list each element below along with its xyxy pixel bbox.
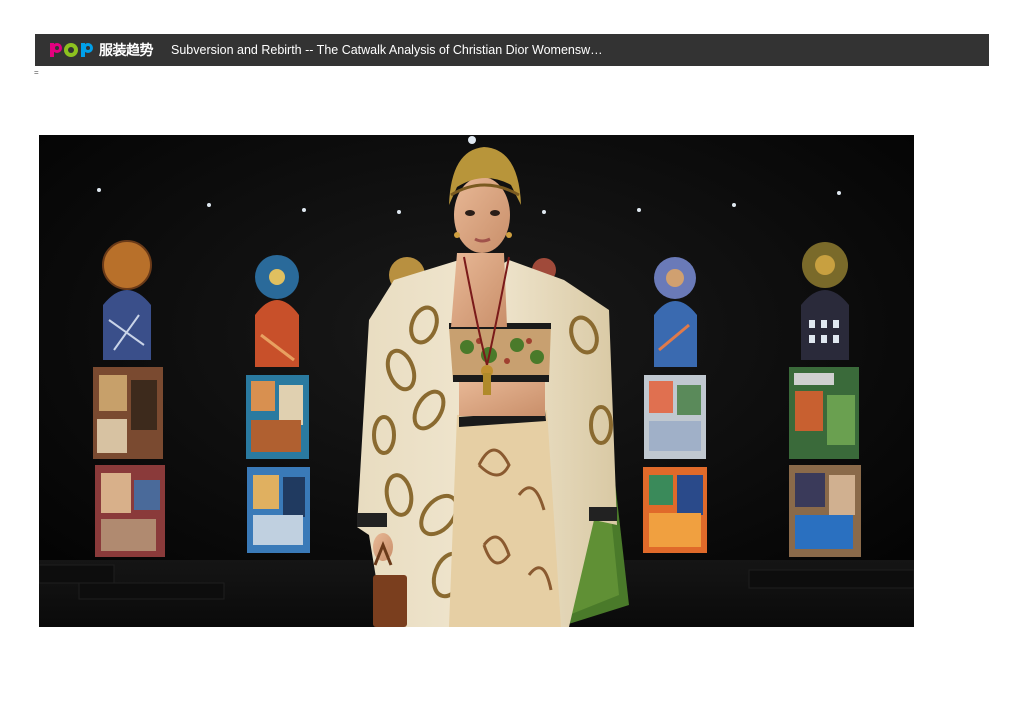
runway-photo-illustration	[39, 135, 914, 627]
logo-chinese-text: 服装趋势	[99, 43, 154, 59]
pop-logo[interactable]: 服装趋势	[49, 34, 154, 66]
page-mark: =	[34, 68, 39, 77]
document-title: Subversion and Rebirth -- The Catwalk An…	[171, 43, 603, 57]
header-bar: 服装趋势 Subversion and Rebirth -- The Catwa…	[35, 34, 989, 66]
runway-photo	[39, 135, 914, 627]
pop-logo-icon	[50, 43, 93, 57]
